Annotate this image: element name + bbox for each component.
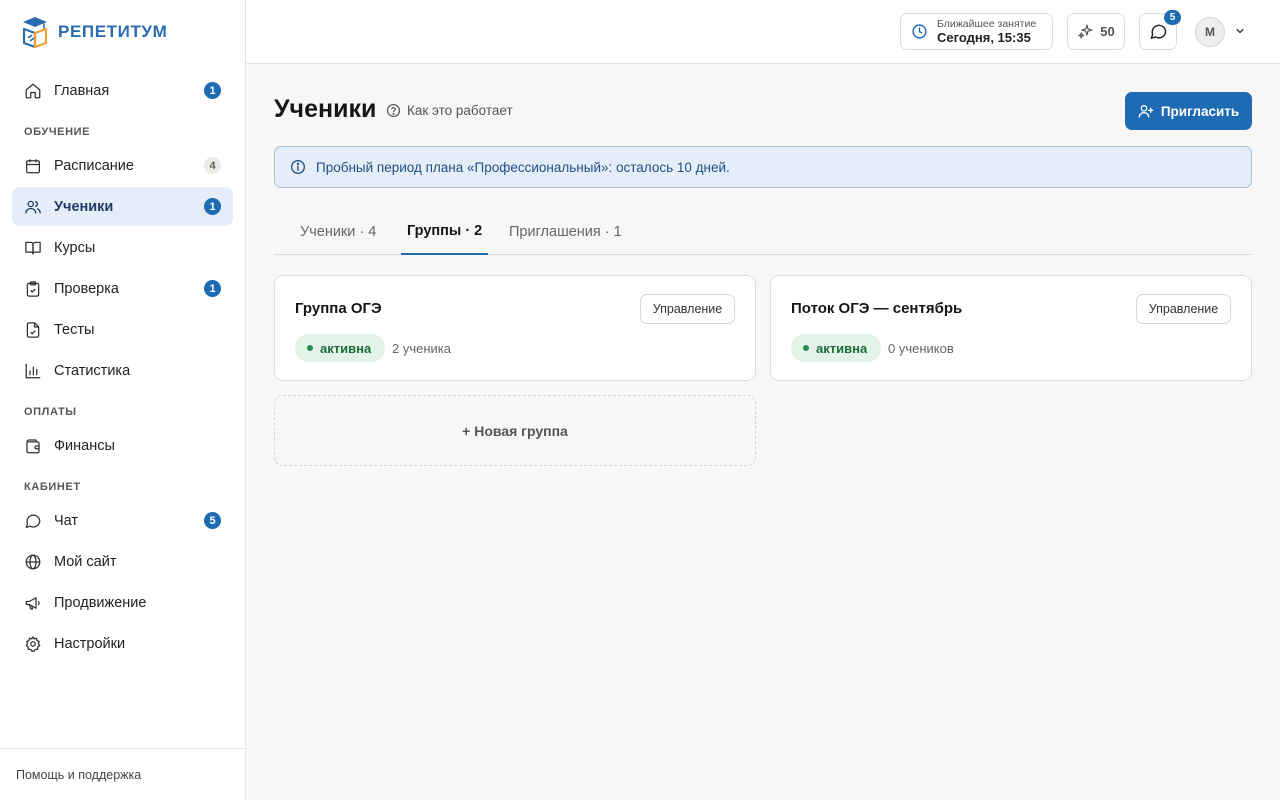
next-lesson-value: Сегодня, 15:35: [937, 30, 1031, 45]
invite-button-label: Пригласить: [1160, 103, 1240, 119]
sidebar-item-promotion[interactable]: Продвижение: [12, 583, 233, 622]
trial-banner-text: Пробный период плана «Профессиональный»:…: [316, 159, 730, 175]
sidebar-item-label: Курсы: [54, 239, 96, 256]
sidebar-item-label: Финансы: [54, 437, 115, 454]
sidebar-item-review[interactable]: Проверка 1: [12, 269, 233, 308]
count-badge: 4: [204, 157, 221, 174]
sidebar-item-label: Тесты: [54, 321, 95, 338]
tab-students[interactable]: Ученики · 4: [294, 208, 382, 255]
book-open-icon: [24, 239, 42, 257]
how-it-works-label: Как это работает: [407, 103, 513, 118]
section-heading: ОБУЧЕНИЕ: [24, 126, 91, 138]
sidebar-item-students[interactable]: Ученики 1: [12, 187, 233, 226]
status-label: активна: [320, 340, 372, 356]
sidebar-item-label: Ученики: [54, 198, 114, 215]
chevron-down-icon[interactable]: [1234, 25, 1246, 37]
next-lesson-widget[interactable]: Ближайшее занятие Сегодня, 15:35: [900, 13, 1053, 50]
chat-badge: 5: [1164, 10, 1181, 25]
logo-icon: [22, 17, 48, 49]
brand-name: РЕПЕТИТУМ: [58, 22, 168, 41]
message-circle-icon: [24, 512, 42, 530]
new-group-button[interactable]: + Новая группа: [274, 395, 756, 466]
bar-chart-icon: [24, 362, 42, 380]
megaphone-icon: [24, 594, 42, 612]
sidebar-item-settings[interactable]: Настройки: [12, 624, 233, 663]
sidebar-item-statistics[interactable]: Статистика: [12, 351, 233, 390]
message-circle-icon: [1150, 24, 1166, 39]
wallet-icon: [24, 437, 42, 455]
help-support-link[interactable]: Помощь и поддержка: [16, 768, 141, 782]
users-icon: [24, 198, 42, 216]
section-heading: ОПЛАТЫ: [24, 406, 77, 418]
group-name: Поток ОГЭ — сентябрь: [791, 300, 963, 317]
notification-badge: 1: [204, 280, 221, 297]
gear-icon: [24, 635, 42, 653]
avatar[interactable]: М: [1195, 17, 1225, 47]
group-name: Группа ОГЭ: [295, 300, 382, 317]
user-plus-icon: [1138, 105, 1154, 118]
points-value: 50: [1100, 24, 1115, 39]
globe-icon: [24, 553, 42, 571]
page-title: Ученики: [274, 95, 377, 123]
sidebar-item-label: Чат: [54, 512, 79, 529]
sidebar: РЕПЕТИТУМ Главная 1 ОБУЧЕНИЕ Расписание …: [0, 0, 246, 800]
manage-button[interactable]: Управление: [1136, 294, 1231, 324]
tab-invitations[interactable]: Приглашения · 1: [503, 208, 628, 255]
sidebar-item-label: Статистика: [54, 362, 131, 379]
sidebar-footer: Помощь и поддержка: [0, 748, 245, 800]
points-button[interactable]: 50: [1067, 13, 1125, 50]
clock-icon: [912, 24, 927, 39]
file-check-icon: [24, 321, 42, 339]
invite-button[interactable]: Пригласить: [1125, 92, 1252, 130]
group-card: Поток ОГЭ — сентябрь Управление активна …: [770, 275, 1252, 381]
info-icon: [291, 160, 305, 174]
home-icon: [24, 82, 42, 100]
student-count: 0 учеников: [888, 341, 954, 356]
status-badge: активна: [791, 334, 882, 362]
sparkles-icon: [1078, 24, 1093, 39]
sidebar-item-label: Расписание: [54, 157, 134, 174]
sidebar-item-finance[interactable]: Финансы: [12, 426, 233, 465]
clipboard-check-icon: [24, 280, 42, 298]
sidebar-item-tests[interactable]: Тесты: [12, 310, 233, 349]
section-heading: КАБИНЕТ: [24, 481, 81, 493]
sidebar-item-label: Главная: [54, 82, 110, 99]
sidebar-item-my-site[interactable]: Мой сайт: [12, 542, 233, 581]
sidebar-item-home[interactable]: Главная 1: [12, 71, 233, 110]
help-circle-icon: [386, 103, 401, 118]
status-dot-icon: [307, 345, 313, 351]
sidebar-item-schedule[interactable]: Расписание 4: [12, 146, 233, 185]
calendar-icon: [24, 157, 42, 175]
tab-groups[interactable]: Группы · 2: [401, 208, 489, 255]
status-badge: активна: [295, 334, 386, 362]
how-it-works-link[interactable]: Как это работает: [386, 103, 513, 118]
status-label: активна: [816, 340, 868, 356]
group-card: Группа ОГЭ Управление активна 2 ученика: [274, 275, 756, 381]
manage-button[interactable]: Управление: [640, 294, 735, 324]
top-header: Ближайшее занятие Сегодня, 15:35 50 5 М: [246, 0, 1280, 64]
trial-banner: Пробный период плана «Профессиональный»:…: [274, 146, 1252, 188]
sidebar-item-courses[interactable]: Курсы: [12, 228, 233, 267]
notification-badge: 5: [204, 512, 221, 529]
student-count: 2 ученика: [392, 341, 451, 356]
sidebar-item-label: Мой сайт: [54, 553, 117, 570]
sidebar-nav: Главная 1 ОБУЧЕНИЕ Расписание 4 Ученики …: [12, 71, 233, 665]
notification-badge: 1: [204, 82, 221, 99]
notification-badge: 1: [204, 198, 221, 215]
sidebar-item-label: Настройки: [54, 635, 126, 652]
tabs: Ученики · 4 Группы · 2 Приглашения · 1: [274, 208, 1252, 255]
sidebar-item-label: Продвижение: [54, 594, 147, 611]
sidebar-item-chat[interactable]: Чат 5: [12, 501, 233, 540]
status-dot-icon: [803, 345, 809, 351]
next-lesson-label: Ближайшее занятие: [937, 18, 1037, 30]
sidebar-item-label: Проверка: [54, 280, 119, 297]
chat-button[interactable]: 5: [1139, 10, 1181, 50]
brand-logo[interactable]: РЕПЕТИТУМ: [20, 14, 167, 50]
